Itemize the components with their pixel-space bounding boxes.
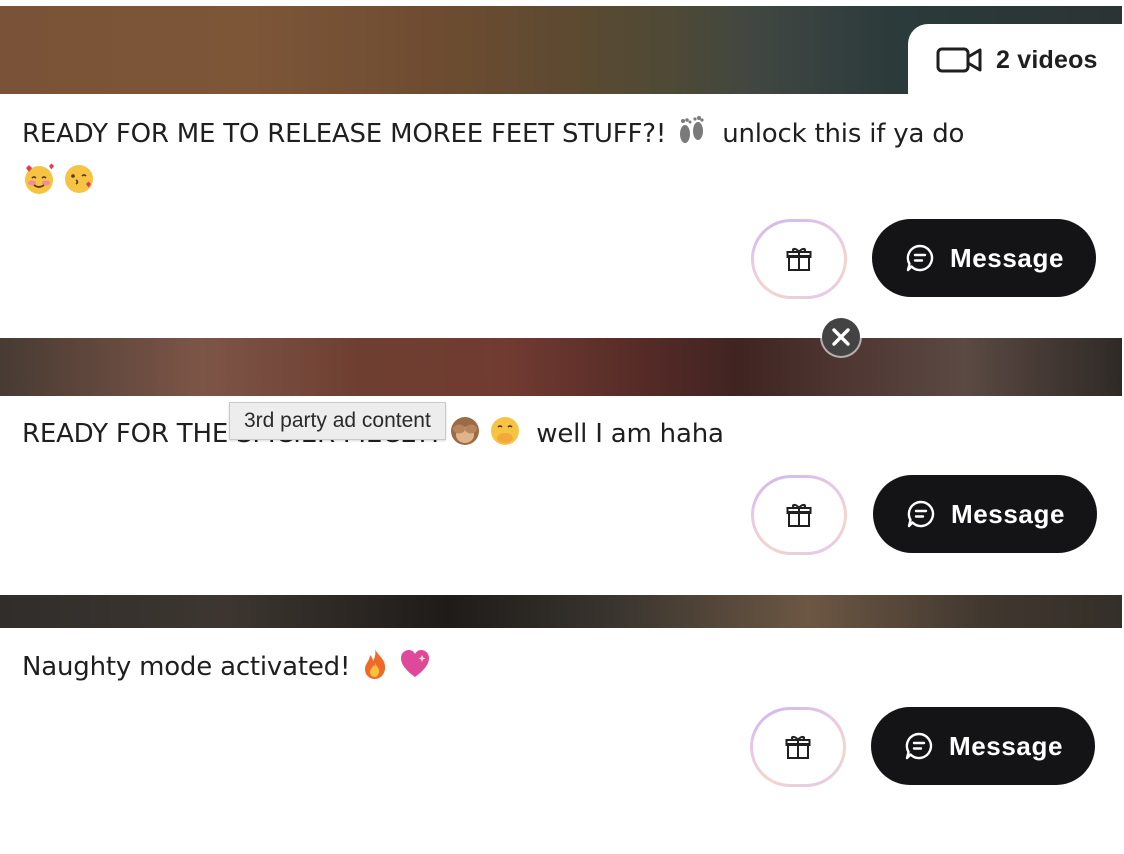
sparkling-heart-emoji (401, 650, 430, 677)
chat-bubble-icon (907, 500, 935, 528)
send-tip-button[interactable] (750, 707, 846, 787)
post-caption: Naughty mode activated! (22, 643, 1102, 691)
post-media-preview[interactable] (0, 338, 1122, 396)
caption-text: Naughty mode activated! (22, 652, 359, 682)
feed-page: 2 videos READY FOR ME TO RELEASE MOREE F… (0, 0, 1124, 854)
message-button[interactable]: Message (873, 475, 1097, 553)
send-tip-button[interactable] (751, 219, 847, 299)
close-ad-button[interactable] (822, 318, 860, 356)
send-tip-button[interactable] (751, 475, 847, 555)
ad-content-tooltip: 3rd party ad content (229, 402, 446, 440)
face-with-hand-over-mouth-emoji (491, 417, 520, 445)
close-icon (832, 328, 850, 346)
caption-text: READY FOR TH (22, 419, 212, 449)
message-button-label: Message (950, 498, 1066, 529)
see-no-evil-monkey-emoji (451, 417, 480, 445)
message-button-label: Message (948, 730, 1064, 761)
footprints-emoji (680, 116, 704, 143)
chat-bubble-icon (905, 732, 933, 760)
caption-text-end: well I am haha (528, 419, 724, 449)
caption-text-end: unlock this if ya do (714, 119, 965, 149)
gift-icon (785, 736, 811, 759)
post-caption: READY FOR THE SPICIER PIECE?! well I am … (22, 410, 1102, 458)
gift-icon (786, 504, 812, 527)
video-count-label: 2 videos (996, 45, 1098, 74)
message-button-label: Message (949, 242, 1065, 273)
gift-icon (786, 248, 812, 271)
post-caption: READY FOR ME TO RELEASE MOREE FEET STUFF… (22, 110, 1102, 206)
post-media-preview[interactable] (0, 595, 1122, 628)
chat-bubble-icon (906, 244, 934, 272)
video-camera-icon (936, 47, 982, 73)
fire-emoji (365, 649, 386, 679)
message-button[interactable]: Message (872, 219, 1096, 297)
face-blowing-kiss-emoji (65, 165, 93, 193)
video-count-badge: 2 videos (908, 24, 1124, 96)
caption-text: READY FOR ME TO RELEASE MOREE FEET STUFF… (22, 119, 675, 149)
message-button[interactable]: Message (871, 707, 1095, 785)
smiling-face-with-hearts-emoji (25, 163, 54, 194)
